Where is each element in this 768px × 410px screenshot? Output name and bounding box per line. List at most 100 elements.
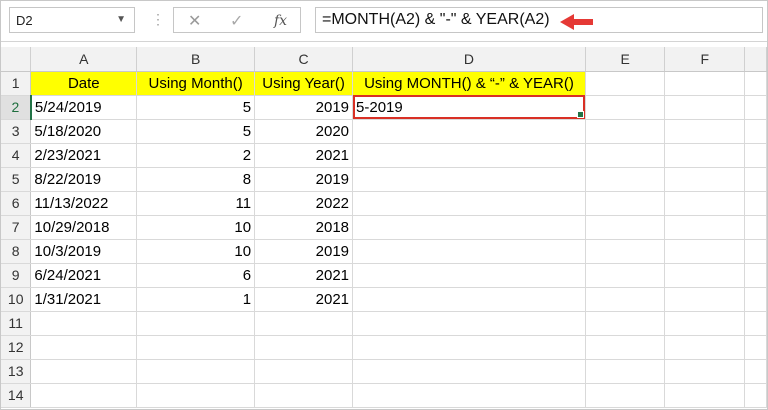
cell[interactable] (585, 287, 666, 312)
cell-combined[interactable] (352, 215, 586, 240)
cell[interactable] (585, 95, 666, 120)
column-header-e[interactable]: E (585, 47, 666, 72)
cell[interactable] (664, 311, 746, 336)
row-header[interactable]: 1 (1, 71, 32, 96)
cell[interactable] (664, 143, 746, 168)
row-header[interactable]: 7 (1, 215, 32, 240)
cell[interactable] (744, 263, 767, 288)
row-header[interactable]: 14 (1, 383, 32, 408)
cell[interactable] (254, 383, 354, 408)
cell[interactable] (136, 311, 256, 336)
cell[interactable] (744, 383, 767, 408)
cell[interactable] (30, 383, 138, 408)
cell[interactable] (744, 95, 767, 120)
cell-month[interactable]: 2 (136, 143, 256, 168)
cell[interactable] (585, 263, 666, 288)
formula-input[interactable]: =MONTH(A2) & "-" & YEAR(A2) (315, 7, 763, 33)
cell[interactable] (664, 383, 746, 408)
cell-combined[interactable] (352, 167, 586, 192)
cell[interactable] (136, 335, 256, 360)
cell[interactable] (585, 143, 666, 168)
cell[interactable] (664, 71, 746, 96)
cell[interactable] (585, 335, 666, 360)
cell-date[interactable]: 11/13/2022 (30, 191, 138, 216)
column-header-d[interactable]: D (352, 47, 586, 72)
cell-year[interactable]: 2019 (254, 167, 354, 192)
row-header[interactable]: 2 (1, 95, 32, 120)
header-cell-date[interactable]: Date (30, 71, 138, 96)
cell[interactable] (585, 383, 666, 408)
row-header[interactable]: 9 (1, 263, 32, 288)
cell-combined[interactable] (352, 239, 586, 264)
cell-month[interactable]: 10 (136, 239, 256, 264)
cell-combined[interactable] (352, 143, 586, 168)
cell[interactable] (585, 119, 666, 144)
cell[interactable] (664, 215, 746, 240)
row-header[interactable]: 12 (1, 335, 32, 360)
cell[interactable] (664, 191, 746, 216)
column-header-b[interactable]: B (136, 47, 256, 72)
cell-month[interactable]: 5 (136, 119, 256, 144)
cell[interactable] (254, 311, 354, 336)
fill-handle[interactable] (576, 110, 584, 118)
cell-date[interactable]: 10/29/2018 (30, 215, 138, 240)
row-header[interactable]: 10 (1, 287, 32, 312)
cell[interactable] (664, 335, 746, 360)
column-header-c[interactable]: C (254, 47, 354, 72)
selected-cell-d2[interactable]: 5-2019 (352, 95, 586, 120)
cell[interactable] (585, 167, 666, 192)
cell[interactable] (585, 191, 666, 216)
cell[interactable] (254, 359, 354, 384)
check-icon[interactable]: ✓ (230, 11, 243, 31)
cell[interactable] (744, 143, 767, 168)
cell[interactable] (664, 95, 746, 120)
cell[interactable] (352, 311, 586, 336)
name-box[interactable]: D2 ▼ (9, 7, 135, 33)
cell-month[interactable]: 11 (136, 191, 256, 216)
select-all-corner[interactable] (1, 47, 32, 72)
header-cell-combined[interactable]: Using MONTH() & “-” & YEAR() (352, 71, 586, 96)
cell[interactable] (664, 359, 746, 384)
row-header[interactable]: 13 (1, 359, 32, 384)
cell[interactable] (254, 335, 354, 360)
drag-handle-icon[interactable]: ⋮ (151, 11, 165, 28)
cell[interactable] (744, 359, 767, 384)
cell-combined[interactable] (352, 119, 586, 144)
cell[interactable] (352, 383, 586, 408)
row-header[interactable]: 11 (1, 311, 32, 336)
cell[interactable] (744, 215, 767, 240)
cell-month[interactable]: 10 (136, 215, 256, 240)
cell[interactable] (352, 335, 586, 360)
cell[interactable] (664, 119, 746, 144)
cell[interactable] (744, 287, 767, 312)
cell[interactable] (664, 167, 746, 192)
cell[interactable] (30, 335, 138, 360)
cell[interactable] (136, 383, 256, 408)
cell-date[interactable]: 5/24/2019 (30, 95, 138, 120)
cell-date[interactable]: 6/24/2021 (30, 263, 138, 288)
row-header[interactable]: 8 (1, 239, 32, 264)
cell[interactable] (585, 359, 666, 384)
cell[interactable] (585, 215, 666, 240)
cell[interactable] (30, 311, 138, 336)
cell-combined[interactable] (352, 191, 586, 216)
cell-year[interactable]: 2021 (254, 263, 354, 288)
cell[interactable] (744, 119, 767, 144)
close-icon[interactable]: ✕ (188, 11, 201, 31)
cell-date[interactable]: 2/23/2021 (30, 143, 138, 168)
cell[interactable] (585, 311, 666, 336)
cell[interactable] (744, 239, 767, 264)
cell[interactable] (744, 335, 767, 360)
cell-date[interactable]: 1/31/2021 (30, 287, 138, 312)
cell[interactable] (744, 167, 767, 192)
cell-year[interactable]: 2019 (254, 239, 354, 264)
cell-combined[interactable] (352, 263, 586, 288)
cell[interactable] (664, 287, 746, 312)
cell-year[interactable]: 2018 (254, 215, 354, 240)
cell-year[interactable]: 2020 (254, 119, 354, 144)
cell[interactable] (136, 359, 256, 384)
row-header[interactable]: 5 (1, 167, 32, 192)
insert-function-icon[interactable]: fx (274, 13, 287, 29)
header-cell-month[interactable]: Using Month() (136, 71, 256, 96)
cell-combined[interactable] (352, 287, 586, 312)
